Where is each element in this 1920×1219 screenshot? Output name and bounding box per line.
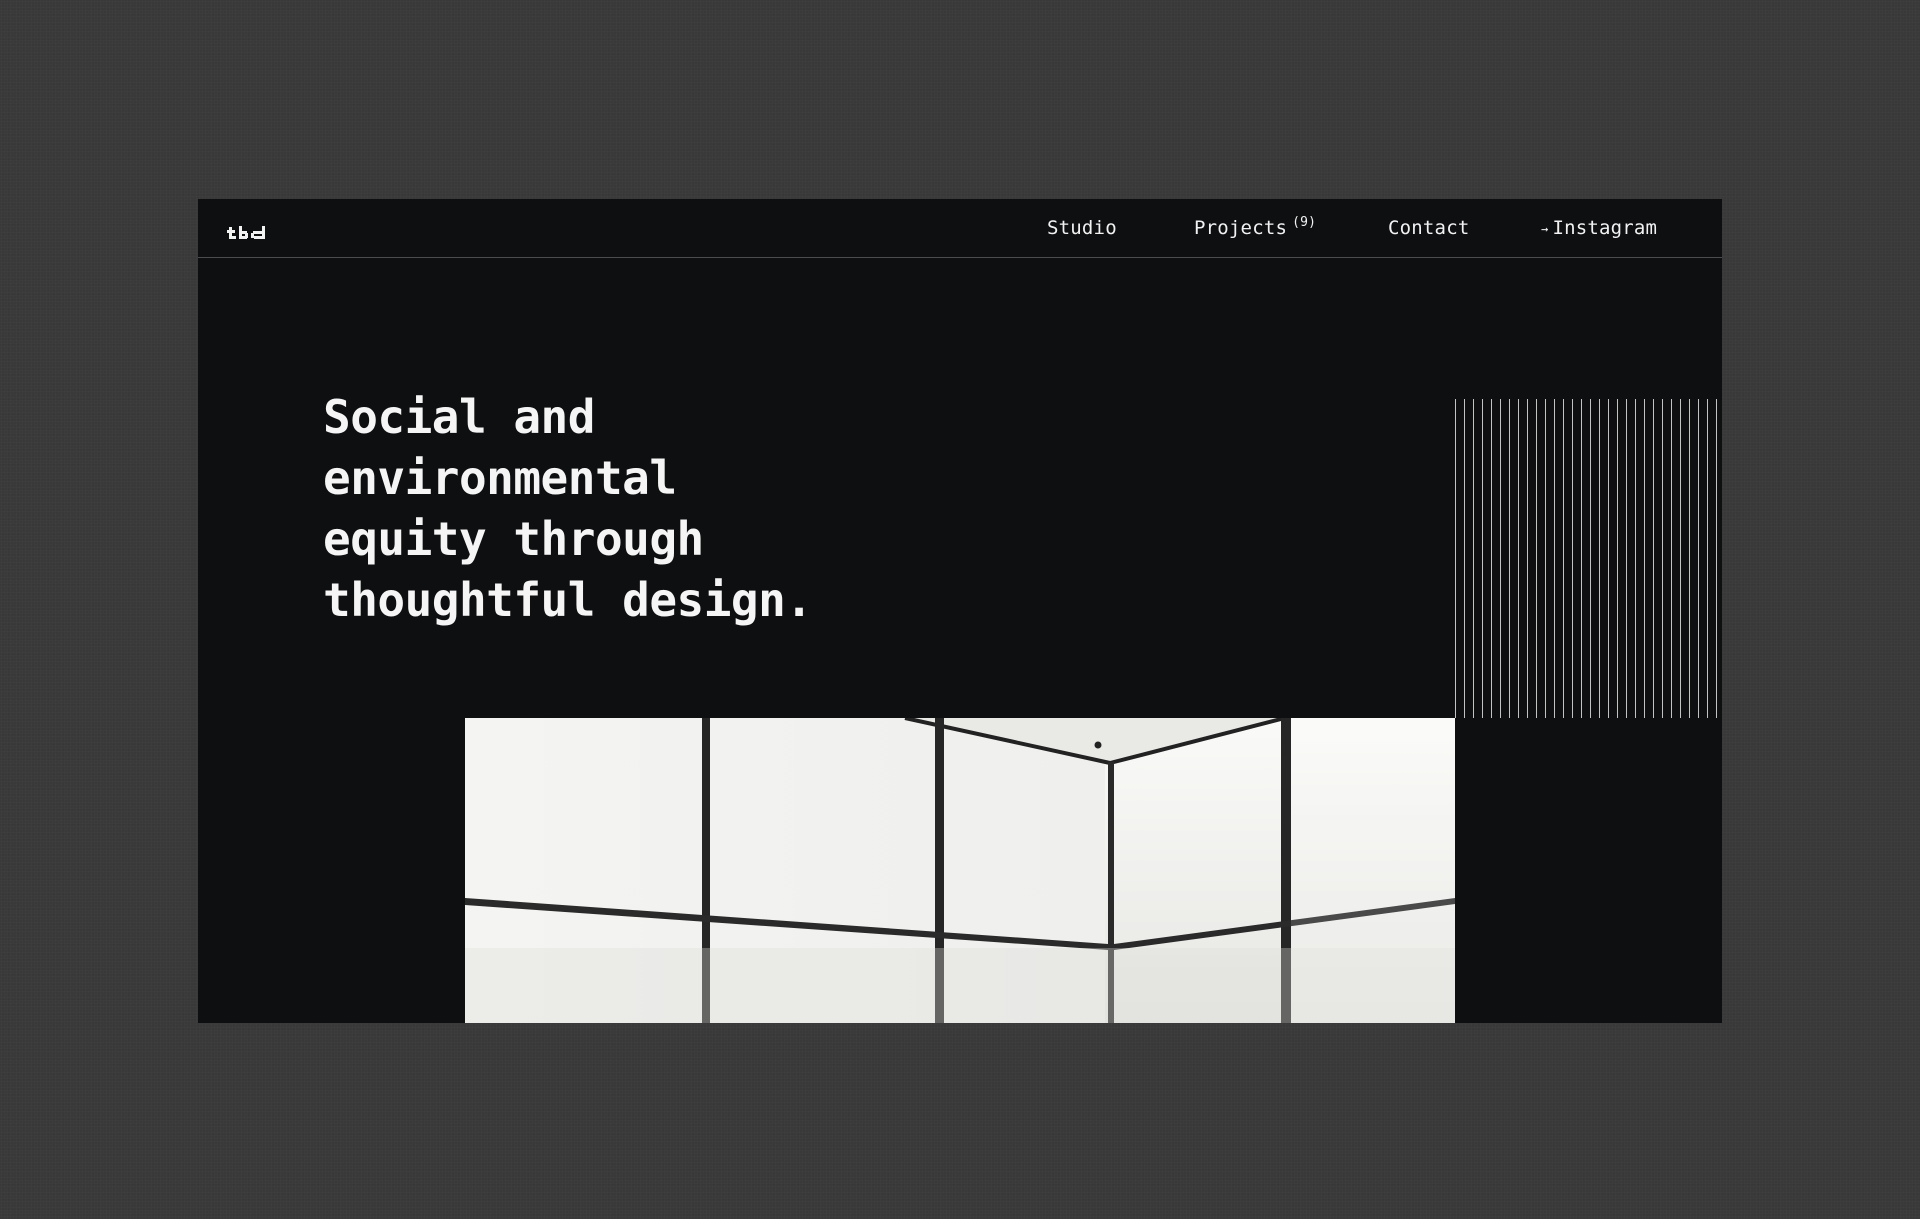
top-navigation: Studio Projects (9) Contact → Instagram [198, 199, 1722, 258]
headline-line-4: thoughtful design. [323, 573, 813, 627]
nav-contact-link[interactable]: Contact [1388, 217, 1469, 239]
projects-count-badge: (9) [1292, 215, 1317, 230]
headline-line-1: Social and [323, 390, 595, 444]
nav-studio-link[interactable]: Studio [1047, 217, 1117, 239]
nav-projects-link[interactable]: Projects (9) [1194, 215, 1317, 239]
headline-line-2: environmental [323, 451, 677, 505]
brand-logo[interactable] [227, 225, 269, 241]
headline-line-3: equity through [323, 512, 704, 566]
arrow-right-icon: → [1541, 222, 1549, 236]
mockup-backdrop: Studio Projects (9) Contact → Instagram So… [0, 0, 1920, 1219]
nav-instagram-link[interactable]: → Instagram [1541, 217, 1657, 239]
tbd-pixel-logo-icon [227, 226, 265, 239]
window-photo-illustration [465, 718, 1455, 1023]
hero-photo-window-corner [465, 718, 1455, 1023]
nav-projects-label: Projects [1194, 217, 1288, 239]
hero-headline: Social and environmental equity through … [323, 387, 1023, 631]
nav-instagram-label: Instagram [1552, 217, 1658, 239]
website-frame: Studio Projects (9) Contact → Instagram So… [198, 199, 1722, 1023]
decorative-vertical-stripes [1455, 399, 1720, 718]
